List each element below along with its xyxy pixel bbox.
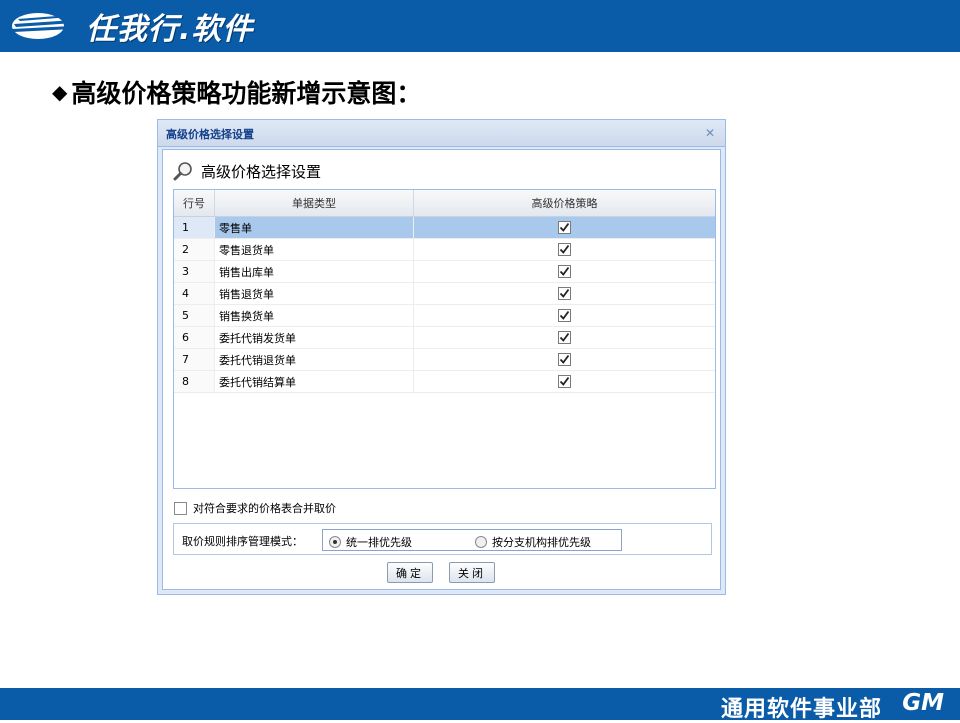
brand-logo: 任我行.软件 — [8, 6, 254, 47]
table-row[interactable]: 3 销售出库单 — [174, 261, 715, 283]
price-strategy-cell[interactable] — [414, 239, 715, 260]
document-type-cell[interactable]: 零售退货单 — [215, 239, 414, 260]
radio-selected-icon[interactable] — [329, 536, 341, 548]
row-number-cell: 7 — [174, 349, 215, 370]
radio-branch-priority[interactable]: 按分支机构排优先级 — [475, 534, 591, 550]
footer-logo: GM — [902, 690, 944, 716]
checkbox-checked-icon[interactable] — [558, 221, 571, 234]
radio-unified-priority-label: 统一排优先级 — [346, 536, 412, 549]
document-type-cell[interactable]: 零售单 — [215, 217, 414, 238]
checkbox-checked-icon[interactable] — [558, 243, 571, 256]
price-strategy-cell[interactable] — [414, 327, 715, 348]
dialog-body: 高级价格选择设置 行号 单据类型 高级价格策略 1 零售单 2 零售退货单 3 销售出库单… — [162, 149, 721, 590]
document-type-cell[interactable]: 委托代销发货单 — [215, 327, 414, 348]
document-type-cell[interactable]: 销售换货单 — [215, 305, 414, 326]
ok-button[interactable]: 确定 — [387, 562, 433, 583]
checkbox-checked-icon[interactable] — [558, 353, 571, 366]
dialog-titlebar[interactable]: 高级价格选择设置 ✕ — [158, 120, 725, 147]
grid-header: 行号 单据类型 高级价格策略 — [174, 190, 715, 217]
row-number-cell: 1 — [174, 217, 215, 238]
price-strategy-cell[interactable] — [414, 371, 715, 392]
dialog-title: 高级价格选择设置 — [166, 128, 254, 141]
panel-header: 高级价格选择设置 — [173, 160, 321, 182]
row-number-cell: 2 — [174, 239, 215, 260]
row-number-cell: 8 — [174, 371, 215, 392]
radio-unselected-icon[interactable] — [475, 536, 487, 548]
document-type-cell[interactable]: 销售退货单 — [215, 283, 414, 304]
row-number-cell: 4 — [174, 283, 215, 304]
table-row[interactable]: 7 委托代销退货单 — [174, 349, 715, 371]
row-number-cell: 5 — [174, 305, 215, 326]
sort-mode-label: 取价规则排序管理模式： — [182, 535, 303, 548]
panel-title: 高级价格选择设置 — [201, 162, 322, 181]
table-row[interactable]: 5 销售换货单 — [174, 305, 715, 327]
row-number-cell: 6 — [174, 327, 215, 348]
table-row[interactable]: 1 零售单 — [174, 217, 715, 239]
document-type-cell[interactable]: 委托代销结算单 — [215, 371, 414, 392]
price-strategy-cell[interactable] — [414, 283, 715, 304]
document-type-grid: 行号 单据类型 高级价格策略 1 零售单 2 零售退货单 3 销售出库单 4 销售退货单 5 销售… — [173, 189, 716, 489]
price-selection-dialog: 高级价格选择设置 ✕ 高级价格选择设置 行号 单据类型 高级价格策略 1 零售单 2… — [157, 119, 726, 595]
checkbox-checked-icon[interactable] — [558, 309, 571, 322]
magnifier-icon — [173, 162, 192, 181]
document-type-cell[interactable]: 销售出库单 — [215, 261, 414, 282]
price-strategy-cell[interactable] — [414, 305, 715, 326]
table-row[interactable]: 8 委托代销结算单 — [174, 371, 715, 393]
close-button[interactable]: 关闭 — [449, 562, 495, 583]
price-strategy-cell[interactable] — [414, 217, 715, 238]
slide-heading-text: 高级价格策略功能新增示意图： — [71, 79, 422, 108]
diamond-bullet-icon: ◆ — [52, 80, 68, 104]
close-icon[interactable]: ✕ — [703, 126, 717, 140]
checkbox-checked-icon[interactable] — [558, 375, 571, 388]
row-number-cell: 3 — [174, 261, 215, 282]
footer-department: 通用软件事业部 — [720, 697, 882, 722]
bottom-banner: 通用软件事业部 GM — [0, 688, 960, 722]
price-strategy-cell[interactable] — [414, 349, 715, 370]
table-row[interactable]: 6 委托代销发货单 — [174, 327, 715, 349]
table-row[interactable]: 4 销售退货单 — [174, 283, 715, 305]
checkbox-checked-icon[interactable] — [558, 287, 571, 300]
brand-logo-text: 任我行.软件 — [86, 12, 254, 47]
slide-heading: ◆ 高级价格策略功能新增示意图： — [52, 74, 421, 110]
merge-price-checkbox[interactable] — [174, 501, 187, 515]
swoosh-icon — [12, 13, 74, 39]
top-banner: 任我行.软件 — [0, 0, 960, 52]
price-strategy-cell[interactable] — [414, 261, 715, 282]
grid-rows: 1 零售单 2 零售退货单 3 销售出库单 4 销售退货单 5 销售换货单 6 委托代销发货单 7 委托代… — [174, 217, 715, 393]
sort-mode-fieldset: 取价规则排序管理模式： 统一排优先级 按分支机构排优先级 — [173, 523, 712, 555]
column-header-document-type[interactable]: 单据类型 — [215, 190, 414, 216]
table-row[interactable]: 2 零售退货单 — [174, 239, 715, 261]
sort-mode-radio-group: 统一排优先级 按分支机构排优先级 — [322, 529, 622, 551]
merge-price-label: 对符合要求的价格表合并取价 — [193, 502, 336, 515]
radio-branch-priority-label: 按分支机构排优先级 — [492, 536, 591, 549]
merge-price-option[interactable]: 对符合要求的价格表合并取价 — [174, 500, 336, 516]
checkbox-checked-icon[interactable] — [558, 265, 571, 278]
radio-unified-priority[interactable]: 统一排优先级 — [329, 534, 412, 550]
column-header-advanced-price-strategy[interactable]: 高级价格策略 — [414, 190, 715, 216]
column-header-row-number[interactable]: 行号 — [174, 190, 215, 216]
document-type-cell[interactable]: 委托代销退货单 — [215, 349, 414, 370]
checkbox-checked-icon[interactable] — [558, 331, 571, 344]
